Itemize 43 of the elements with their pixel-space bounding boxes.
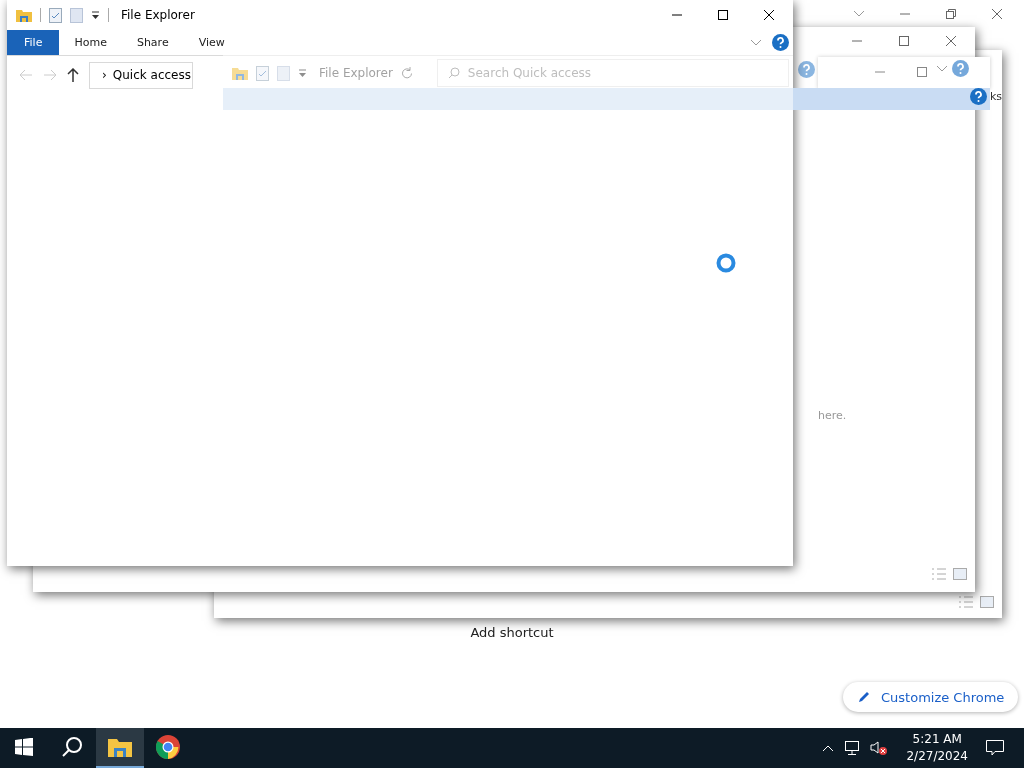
restore-icon[interactable] (945, 8, 957, 20)
empty-folder-text: here. (818, 409, 847, 422)
clock-date[interactable]: 2/27/2024 (906, 748, 968, 765)
folder-icon[interactable] (16, 8, 32, 22)
chevron-icon[interactable] (936, 64, 948, 73)
pencil-icon (857, 690, 871, 704)
network-icon[interactable] (844, 741, 861, 755)
window-title: File Explorer (120, 8, 195, 22)
help-icon[interactable] (798, 61, 815, 78)
notifications-icon[interactable] (986, 740, 1004, 756)
chevron-up-icon[interactable] (822, 744, 835, 752)
large-icons-view-icon[interactable] (953, 568, 967, 580)
close-icon[interactable] (763, 9, 775, 21)
properties-icon[interactable] (49, 7, 62, 23)
maximize-icon[interactable] (717, 9, 729, 21)
muted-speaker-icon[interactable] (870, 740, 889, 756)
search-icon[interactable] (61, 736, 83, 758)
chrome-icon (156, 735, 180, 759)
search-icon (447, 67, 460, 79)
ribbon-tab[interactable]: Share (121, 30, 184, 55)
ribbon-tab[interactable]: File (7, 30, 60, 55)
chevron-icon[interactable] (853, 10, 865, 18)
window-title: File Explorer (318, 66, 393, 80)
ribbon-tab[interactable]: View (183, 30, 240, 55)
add-shortcut-label[interactable]: Add shortcut (440, 625, 584, 640)
dropdown-icon[interactable] (91, 10, 100, 20)
ribbon-tab[interactable]: Home (59, 30, 122, 55)
windows-start-icon[interactable] (15, 738, 33, 756)
properties-icon[interactable] (256, 65, 269, 81)
refresh-icon[interactable] (400, 67, 413, 79)
folder-icon[interactable] (232, 66, 248, 80)
clock-time[interactable]: 5:21 AM (912, 731, 962, 748)
help-icon[interactable] (952, 60, 969, 77)
taskbar-button[interactable] (96, 728, 144, 768)
details-view-icon[interactable] (958, 596, 974, 608)
large-icons-view-icon[interactable] (980, 596, 994, 608)
loading-spinner-icon (716, 253, 736, 273)
chevron-icon[interactable] (750, 38, 762, 47)
folder-icon (108, 737, 132, 757)
help-icon[interactable] (772, 34, 789, 51)
up-icon[interactable] (67, 68, 79, 82)
address-bar[interactable]: › Quick access (89, 61, 193, 89)
customize-chrome-button[interactable]: Customize Chrome (843, 682, 1019, 712)
